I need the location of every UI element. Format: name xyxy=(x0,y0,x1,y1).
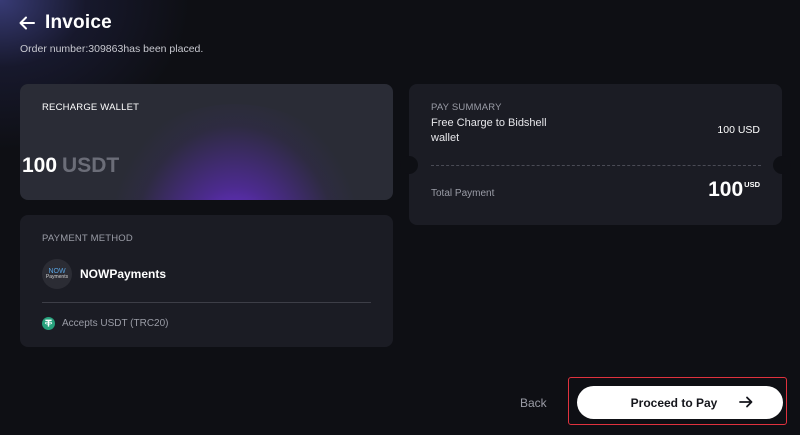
recharge-currency: USDT xyxy=(62,154,120,177)
proceed-button-label: Proceed to Pay xyxy=(630,395,718,410)
arrow-right-icon xyxy=(739,395,753,409)
total-amount-currency: USD xyxy=(744,180,760,189)
recharge-wallet-label: RECHARGE WALLET xyxy=(42,102,140,113)
summary-item-description: Free Charge to Bidshell wallet xyxy=(431,117,547,144)
pay-summary-card: PAY SUMMARY Free Charge to Bidshell wall… xyxy=(400,84,791,225)
payment-provider-option[interactable]: NOW Payments NOWPayments xyxy=(42,259,166,289)
recharge-wallet-card: RECHARGE WALLET xyxy=(20,84,393,200)
header: Invoice xyxy=(18,12,112,34)
recharge-amount: 100 USDT xyxy=(22,154,119,178)
invoice-page: Invoice Order number:309863has been plac… xyxy=(0,0,800,435)
arrow-left-icon[interactable] xyxy=(18,12,36,34)
provider-name: NOWPayments xyxy=(80,267,167,281)
nowpayments-logo: NOW Payments xyxy=(42,259,72,289)
total-payment-label: Total Payment xyxy=(431,188,495,199)
purple-glow-decoration xyxy=(115,104,355,200)
accepts-text: Accepts USDT (TRC20) xyxy=(62,318,169,329)
back-button[interactable]: Back xyxy=(520,396,547,410)
payment-method-label: PAYMENT METHOD xyxy=(42,233,133,244)
summary-item-price: 100 USD xyxy=(717,124,760,136)
tether-icon xyxy=(42,317,55,330)
pay-summary-label: PAY SUMMARY xyxy=(431,102,502,113)
order-confirmation-text: Order number:309863has been placed. xyxy=(20,43,204,55)
recharge-amount-value: 100 xyxy=(22,154,58,177)
divider xyxy=(42,302,371,303)
payment-method-card: PAYMENT METHOD NOW Payments NOWPayments … xyxy=(20,215,393,347)
ticket-notch-right xyxy=(773,156,791,174)
logo-line-2: Payments xyxy=(45,274,69,280)
page-title: Invoice xyxy=(45,12,112,33)
total-payment-amount: 100 USD xyxy=(708,178,760,202)
proceed-to-pay-button[interactable]: Proceed to Pay xyxy=(577,386,783,419)
accepted-currency: Accepts USDT (TRC20) xyxy=(42,317,169,330)
dashed-divider xyxy=(431,165,761,166)
total-amount-value: 100 xyxy=(708,178,744,201)
ticket-notch-left xyxy=(400,156,418,174)
